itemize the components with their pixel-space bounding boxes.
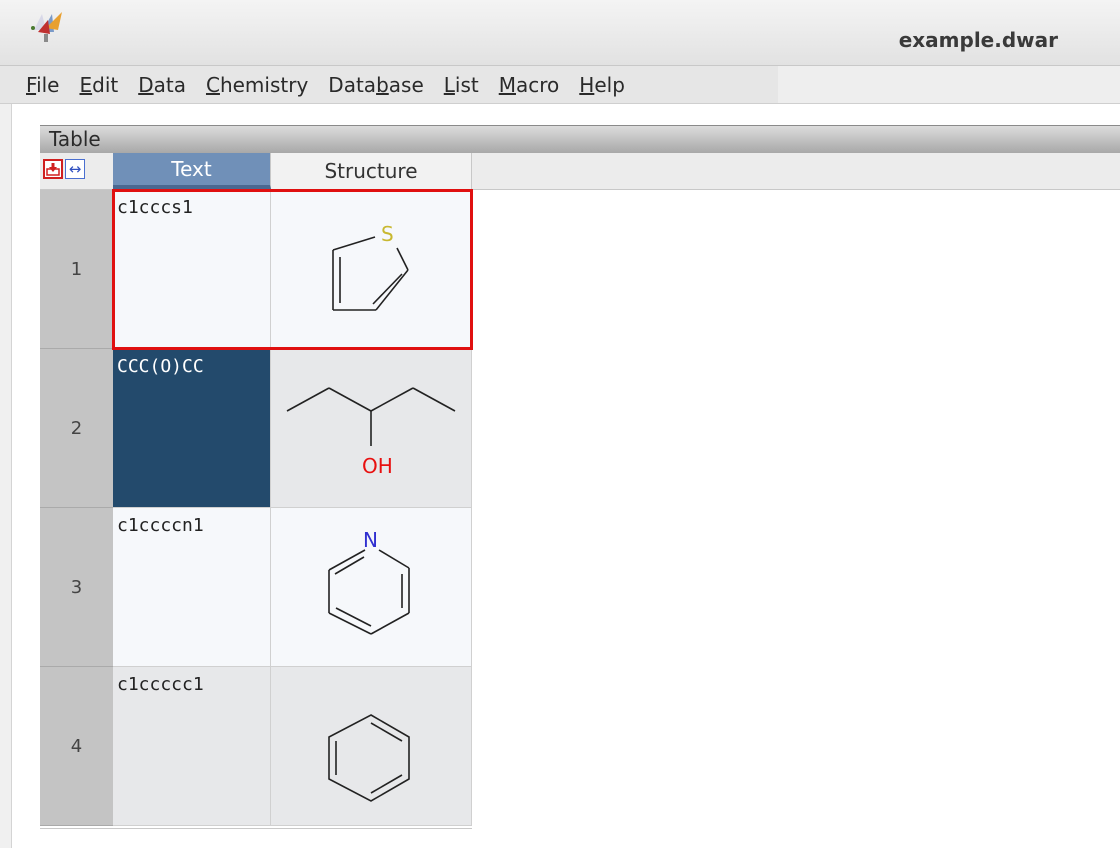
menu-file[interactable]: File xyxy=(26,73,59,97)
double-arrow-icon: ↔ xyxy=(68,160,82,178)
table-corner: ↔ xyxy=(40,153,113,189)
benzene-structure xyxy=(328,714,410,802)
menu-data[interactable]: Data xyxy=(138,73,186,97)
menu-list[interactable]: List xyxy=(444,73,479,97)
table-row[interactable]: 2 CCC(O)CC OH xyxy=(40,349,472,508)
text-cell[interactable]: c1ccccc1 xyxy=(113,667,271,826)
download-arrow-icon xyxy=(46,163,60,176)
structure-cell[interactable]: N xyxy=(271,508,472,667)
panel-title: Table xyxy=(49,127,101,151)
atom-label: S xyxy=(381,222,394,246)
table-row[interactable]: 3 c1ccccn1 N xyxy=(40,508,472,667)
row-number[interactable]: 1 xyxy=(40,190,113,349)
row-number[interactable]: 2 xyxy=(40,349,113,508)
row-number[interactable]: 3 xyxy=(40,508,113,667)
table-row[interactable]: 1 c1cccs1 S xyxy=(40,190,472,349)
select-rows-button[interactable] xyxy=(43,159,63,179)
column-header-text[interactable]: Text xyxy=(113,153,271,189)
menu-bar: File Edit Data Chemistry Database List Macro He… xyxy=(0,66,1120,104)
pyridine-structure: N xyxy=(328,528,410,635)
text-cell[interactable]: CCC(O)CC xyxy=(113,349,271,508)
text-cell[interactable]: c1cccs1 xyxy=(113,190,271,349)
menu-edit[interactable]: Edit xyxy=(79,73,118,97)
table-panel-header[interactable]: Table xyxy=(40,125,1120,153)
structure-cell[interactable]: OH xyxy=(271,349,472,508)
column-header-structure[interactable]: Structure xyxy=(271,153,472,189)
structure-cell[interactable]: S xyxy=(271,190,472,349)
atom-label: N xyxy=(363,528,378,552)
expand-columns-button[interactable]: ↔ xyxy=(65,159,85,179)
table-header-row: ↔ Text Structure xyxy=(40,153,1120,190)
text-cell[interactable]: c1ccccn1 xyxy=(113,508,271,667)
menu-chemistry[interactable]: Chemistry xyxy=(206,73,308,97)
thiophene-structure: S xyxy=(332,222,409,311)
structure-cell[interactable] xyxy=(271,667,472,826)
window-left-border xyxy=(0,104,12,848)
title-bar: example.dwar xyxy=(0,0,1120,66)
menu-macro[interactable]: Macro xyxy=(499,73,560,97)
atom-label: OH xyxy=(362,454,393,478)
datawarrior-logo-icon xyxy=(31,12,62,42)
window-title: example.dwar xyxy=(898,28,1058,52)
table-bottom-border xyxy=(40,828,472,829)
table-row[interactable]: 4 c1ccccc1 xyxy=(40,667,472,826)
menu-help[interactable]: Help xyxy=(579,73,625,97)
menu-database[interactable]: Database xyxy=(328,73,423,97)
row-number[interactable]: 4 xyxy=(40,667,113,826)
pentanol-structure: OH xyxy=(286,387,456,478)
